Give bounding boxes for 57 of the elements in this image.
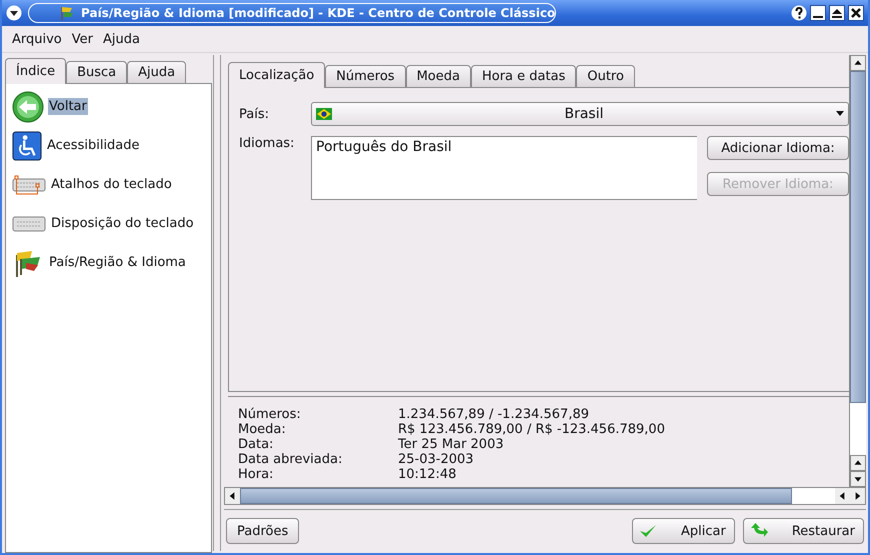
sidebar-tab[interactable]: Ajuda	[127, 61, 186, 83]
scroll-down-icon[interactable]	[850, 471, 866, 487]
preview-value: 25-03-2003	[398, 452, 474, 467]
keyboard-icon	[12, 174, 46, 196]
checkmark-icon	[638, 524, 657, 538]
close-icon[interactable]	[848, 5, 864, 21]
wheelchair-icon	[12, 130, 42, 160]
flags-icon	[59, 5, 75, 21]
tab[interactable]: Moeda	[406, 65, 471, 87]
preview-label: Números:	[238, 407, 302, 422]
scroll-left-icon[interactable]	[225, 488, 240, 504]
sidebar-tab[interactable]: Busca	[66, 61, 128, 83]
menu-item[interactable]: Arquivo	[12, 32, 62, 46]
flag-icon	[316, 108, 332, 120]
add-language-button[interactable]: Adicionar Idioma:	[707, 136, 849, 160]
menu-icon[interactable]	[6, 5, 22, 21]
preview-label: Hora:	[238, 467, 274, 482]
splitter-handle[interactable]	[213, 55, 221, 551]
preview-value: 1.234.567,89 / -1.234.567,89	[398, 407, 590, 422]
preview-label: Data:	[238, 437, 274, 452]
tab[interactable]: Números	[325, 65, 406, 87]
curved-arrow-icon	[750, 523, 768, 539]
tab[interactable]: Hora e datas	[470, 65, 576, 87]
preview-label: Moeda:	[238, 422, 287, 437]
scroll-right-icon[interactable]	[850, 488, 865, 504]
menu-item[interactable]: Ver	[72, 32, 93, 46]
preview-value: Ter 25 Mar 2003	[398, 437, 504, 452]
horizontal-scrollbar[interactable]	[224, 487, 866, 505]
menu-item[interactable]: Ajuda	[103, 32, 140, 46]
preview-value: R$ 123.456.789,00 / R$ -123.456.789,00	[398, 422, 665, 437]
preview-value: 10:12:48	[398, 467, 456, 482]
module-item[interactable]: Atalhos do teclado	[50, 176, 173, 193]
field-label: País:	[239, 106, 270, 122]
scroll-left-icon[interactable]	[835, 488, 850, 504]
language-item[interactable]: Português do Brasil	[316, 139, 693, 155]
module-item[interactable]: Voltar	[48, 98, 88, 115]
reset-button[interactable]: Restaurar	[742, 518, 864, 544]
field-label: Idiomas:	[239, 136, 296, 151]
keyboard-icon	[12, 216, 46, 232]
apply-button[interactable]: Aplicar	[632, 518, 735, 544]
module-item[interactable]: Acessibilidade	[46, 137, 141, 154]
dropdown-arrow-icon	[836, 111, 844, 117]
preview-label: Data abreviada:	[238, 452, 344, 467]
vertical-scrollbar[interactable]	[849, 55, 866, 487]
module-item[interactable]: País/Região & Idioma	[48, 254, 187, 271]
tab[interactable]: Localização	[228, 62, 326, 88]
country-dropdown[interactable]: Brasil	[311, 102, 849, 126]
maximize-icon[interactable]	[829, 5, 845, 21]
sidebar-tab[interactable]: Índice	[5, 58, 66, 84]
help-icon[interactable]	[791, 5, 807, 21]
scroll-up-icon[interactable]	[850, 455, 866, 471]
scroll-up-icon[interactable]	[850, 55, 866, 71]
module-item[interactable]: Disposição do teclado	[50, 215, 195, 232]
tab[interactable]: Outro	[576, 65, 635, 87]
minimize-icon[interactable]	[810, 5, 826, 21]
window-title: País/Região & Idioma [modificado] - KDE - Centro de Controle Clássico	[81, 6, 556, 20]
defaults-button[interactable]: Padrões	[226, 518, 300, 544]
